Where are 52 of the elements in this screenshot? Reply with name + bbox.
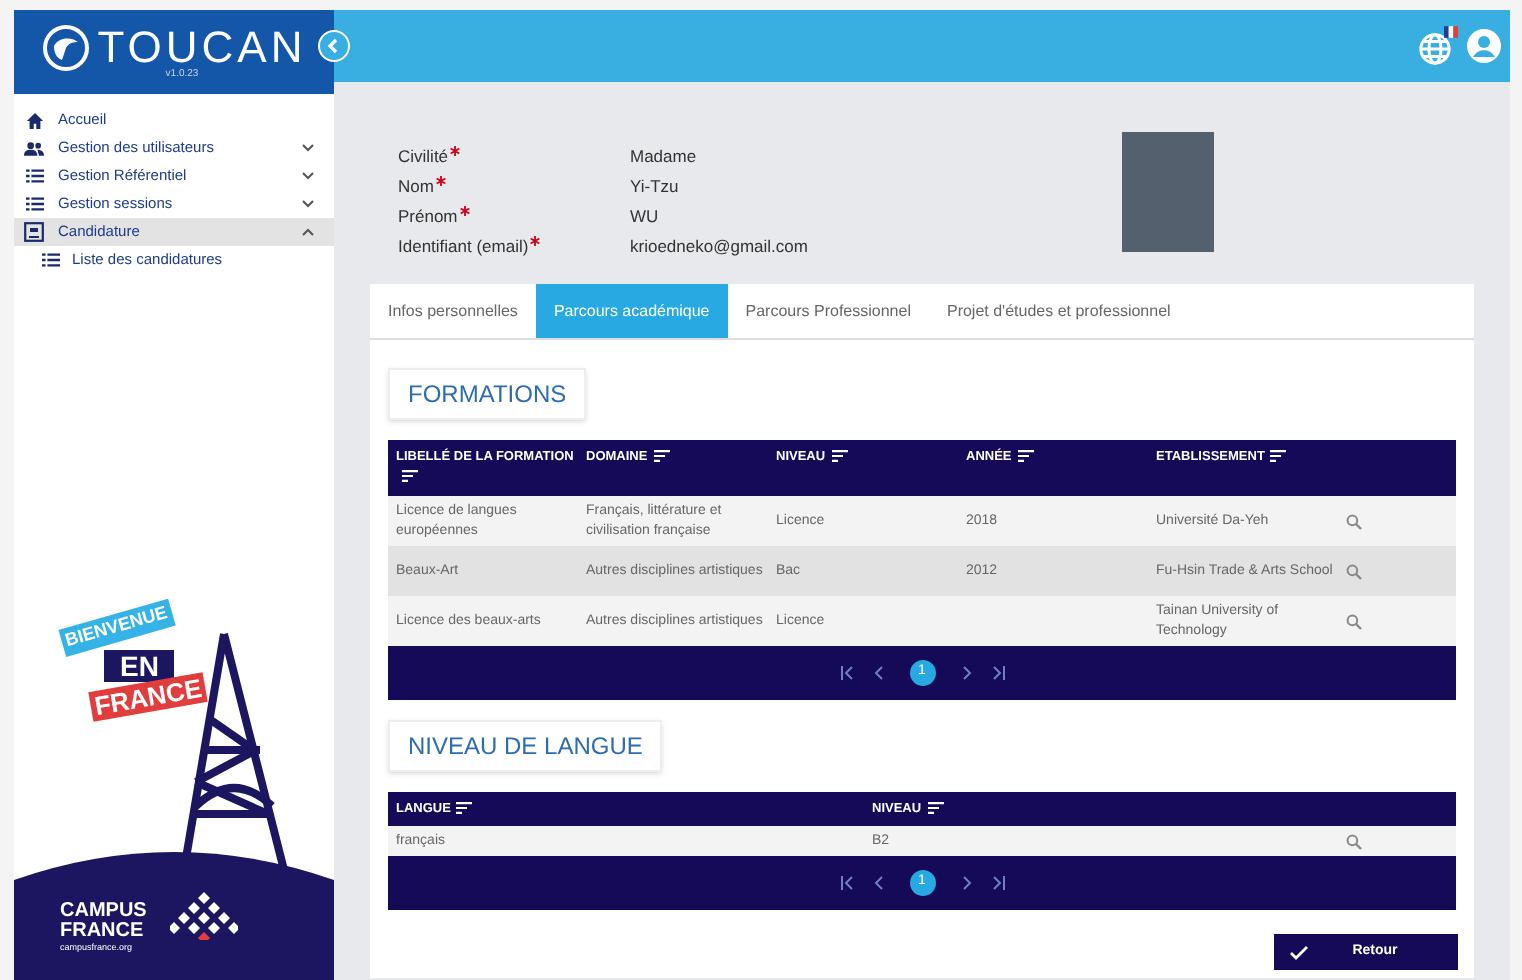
tab[interactable]: Parcours Professionnel: [727, 284, 929, 338]
field-label: Civilité: [398, 143, 630, 169]
previous-page-icon[interactable]: [873, 876, 883, 890]
field-value: Yi-Tzu: [630, 173, 679, 199]
section-title: NIVEAU DE LANGUE: [388, 720, 663, 772]
first-page-icon[interactable]: [839, 876, 855, 890]
last-page-icon[interactable]: [989, 876, 1005, 890]
field-label: Nom: [398, 173, 630, 199]
sort-icon: [831, 450, 848, 463]
list-icon: [25, 196, 43, 212]
flag-icon: [1444, 26, 1458, 38]
tab[interactable]: Projet d'études et professionnel: [928, 284, 1189, 338]
search-icon[interactable]: [1346, 513, 1362, 529]
section-title: FORMATIONS: [388, 368, 587, 420]
app-name: TOUCAN: [97, 26, 307, 70]
photo-placeholder: [1122, 132, 1214, 252]
search-icon[interactable]: [1346, 563, 1362, 579]
form-icon: [24, 222, 44, 242]
collapse-button[interactable]: [318, 30, 350, 62]
brand-text: FRANCE: [60, 922, 144, 940]
diamond-pattern-icon: [170, 892, 238, 940]
search-icon[interactable]: [1346, 613, 1362, 629]
banner-text: EN: [104, 650, 175, 682]
home-icon: [25, 111, 43, 129]
brand-text: CAMPUS: [60, 902, 147, 920]
field-value: krioedneko@gmail.com: [630, 233, 808, 259]
toucan-logo-icon: [41, 24, 90, 72]
next-page-icon[interactable]: [961, 876, 971, 890]
user-account-icon[interactable]: [1466, 28, 1502, 64]
language-button[interactable]: [1418, 26, 1458, 66]
sort-icon: [653, 450, 670, 463]
sort-icon: [927, 802, 944, 815]
first-page-icon[interactable]: [839, 666, 855, 680]
sort-icon: [456, 802, 473, 815]
list-icon: [25, 168, 43, 184]
sort-icon: [1270, 450, 1287, 463]
chevron-left-icon: [326, 38, 342, 54]
users-icon: [24, 139, 44, 157]
previous-page-icon[interactable]: [873, 666, 883, 680]
globe-icon: [1418, 32, 1452, 66]
search-icon[interactable]: [1346, 833, 1362, 849]
field-label: Prénom: [398, 203, 630, 229]
last-page-icon[interactable]: [989, 666, 1005, 680]
tab[interactable]: Infos personnelles: [370, 284, 536, 338]
next-page-icon[interactable]: [961, 666, 971, 680]
sort-icon: [1017, 450, 1034, 463]
sort-icon: [402, 470, 418, 483]
field-value: WU: [630, 203, 659, 229]
field-value: Madame: [630, 143, 697, 169]
list-icon: [42, 252, 60, 268]
check-icon: [1290, 945, 1308, 959]
field-label: Identifiant (email): [398, 233, 630, 259]
